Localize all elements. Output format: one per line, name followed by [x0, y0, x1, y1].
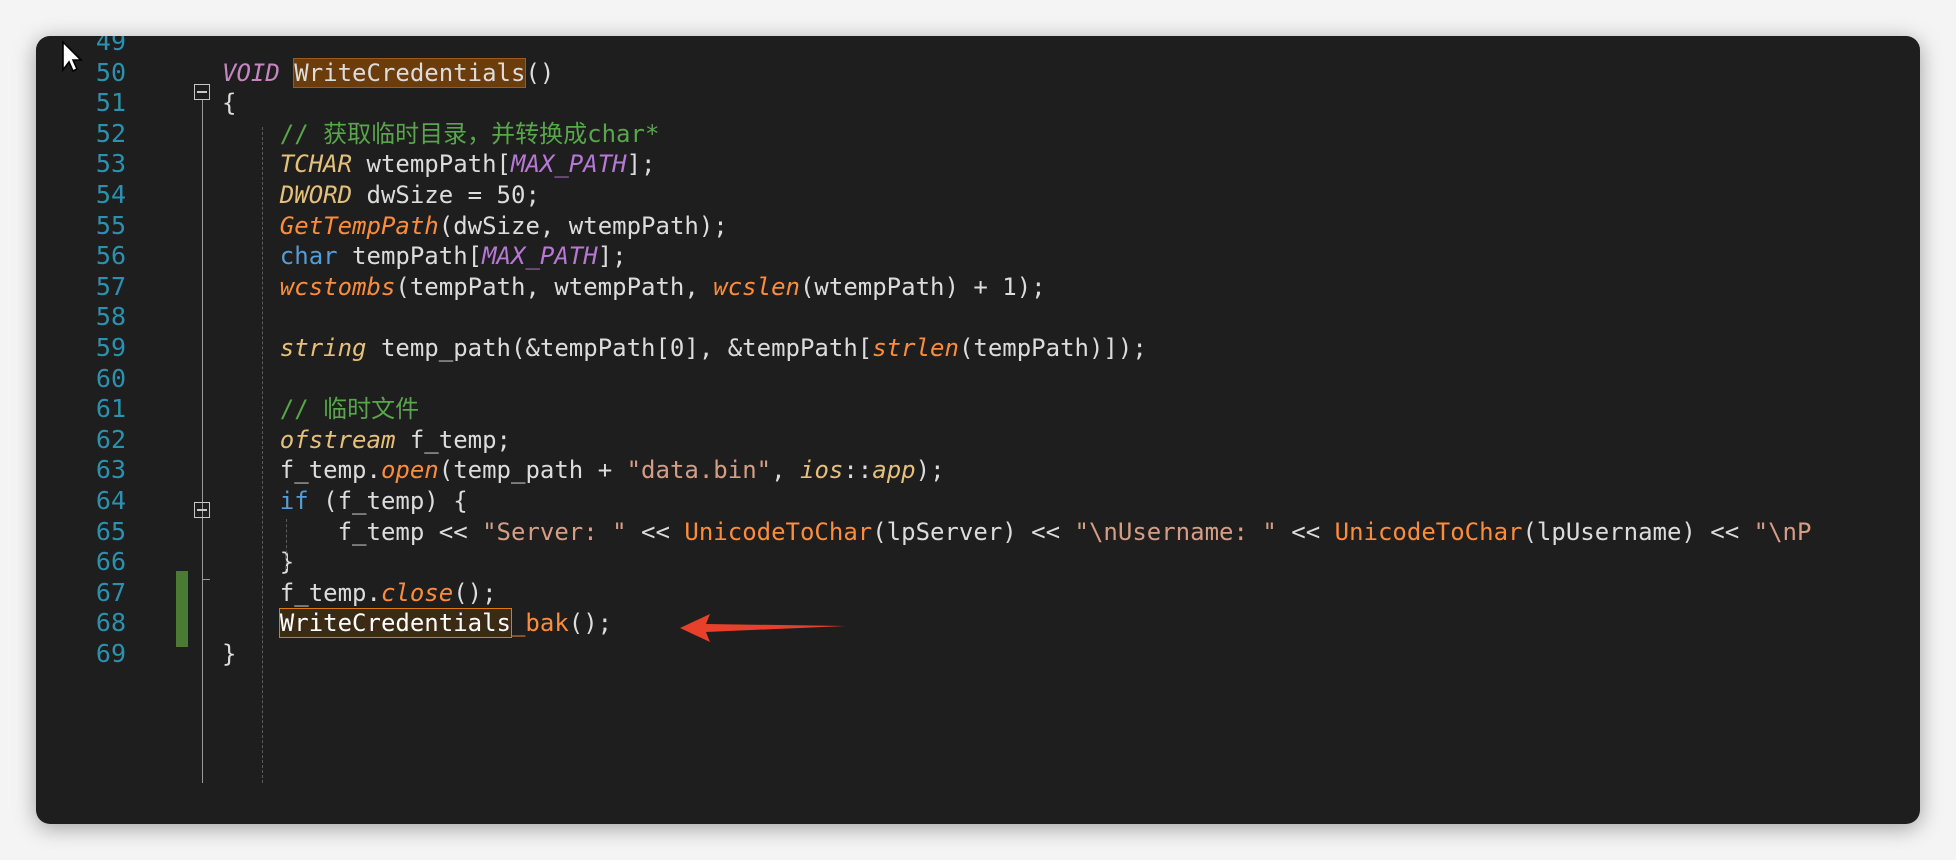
fold-guide-function [202, 99, 203, 783]
code-token: open [380, 456, 439, 485]
code-token: (lpUsername) << [1522, 517, 1754, 546]
code-token: "data.bin" [626, 456, 772, 485]
code-token: VOID [222, 58, 280, 87]
code-token: TCHAR [279, 150, 353, 179]
code-token: UnicodeToChar [684, 517, 873, 546]
line-number: 69 [95, 639, 126, 668]
code-token: "Server: " [482, 517, 627, 546]
code-token: (); [568, 609, 613, 638]
code-token: close [380, 578, 454, 607]
code-token: // 临时文件 [222, 395, 420, 424]
collapse-if-block-icon[interactable] [194, 502, 210, 518]
code-token: (tempPath)]); [958, 334, 1147, 362]
code-token: if [279, 487, 309, 515]
code-token: f_temp. [222, 456, 381, 485]
code-token: (temp_path + [438, 456, 627, 485]
code-token: "\nP [1753, 517, 1812, 546]
code-token: f_temp. [222, 578, 381, 607]
code-token: ]; [597, 242, 627, 271]
code-text[interactable]: } [222, 635, 236, 673]
code-token: wcstombs [279, 272, 396, 301]
code-line[interactable]: 69} [36, 635, 1920, 673]
code-token: string [279, 334, 367, 362]
code-token: ); [915, 456, 945, 485]
code-token: { [222, 89, 237, 118]
code-token: "\nUsername: " [1074, 517, 1277, 546]
code-token: << [626, 517, 685, 546]
code-token: (lpServer) << [872, 517, 1075, 546]
code-token: DWORD [279, 181, 353, 209]
code-token: wcslen [713, 272, 800, 301]
code-token: GetTempPath [279, 211, 439, 240]
code-token: (f_temp) { [308, 487, 468, 515]
code-token: wtempPath[ [352, 150, 511, 179]
code-token: } [222, 640, 237, 668]
code-token: (tempPath, wtempPath, [395, 272, 714, 301]
code-token: } [222, 548, 295, 577]
code-token: ios [800, 456, 844, 485]
indent-guide [262, 127, 263, 783]
code-token: () [525, 58, 555, 87]
code-token: ]; [626, 150, 656, 179]
collapse-function-icon[interactable] [194, 84, 210, 100]
code-token: _bak [510, 609, 569, 638]
code-token: WriteCredentials [278, 608, 512, 639]
code-token: char [279, 242, 338, 271]
code-token: , [771, 456, 800, 485]
code-token: app [872, 456, 916, 485]
code-editor[interactable]: 49 50 VOID WriteCredentials() 51{52 // 获取临时… [36, 36, 1920, 824]
code-token: temp_path(&tempPath[0], &tempPath[ [366, 334, 873, 362]
modified-lines-indicator [176, 571, 188, 647]
code-token: (dwSize, wtempPath); [438, 211, 728, 240]
code-token: strlen [872, 334, 959, 362]
fold-guide-if [202, 519, 203, 579]
fold-end-marker [202, 579, 210, 580]
code-token: << [1276, 517, 1335, 546]
code-token: f_temp << [222, 517, 483, 546]
code-token: f_temp; [395, 425, 511, 454]
code-token: :: [843, 456, 873, 485]
code-token: MAX_PATH [482, 242, 598, 271]
code-token: ofstream [279, 425, 396, 454]
indent-guide-if-block [286, 519, 287, 569]
code-token: (); [453, 578, 497, 607]
code-token: UnicodeToChar [1334, 517, 1523, 546]
code-token: WriteCredentials [293, 57, 527, 88]
code-token: tempPath[ [337, 242, 483, 271]
code-token: (wtempPath) + 1); [799, 272, 1046, 301]
red-arrow-annotation [680, 614, 846, 642]
code-token: // 获取临时目录，并转换成char* [222, 119, 660, 148]
code-token: dwSize = 50; [352, 181, 540, 209]
code-token: MAX_PATH [511, 150, 627, 179]
